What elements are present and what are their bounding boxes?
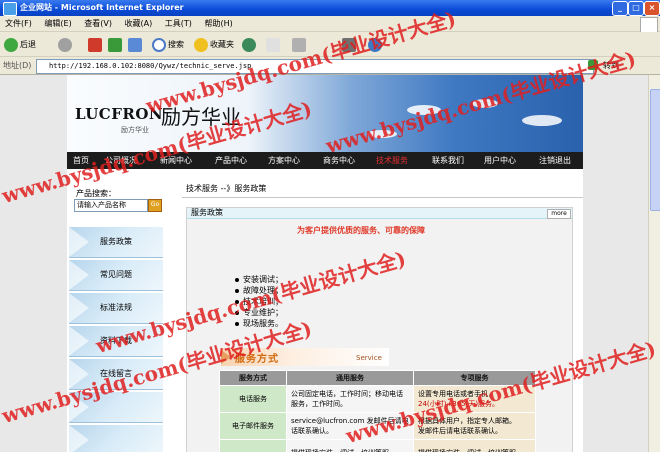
nav-logout[interactable]: 注销退出: [539, 152, 571, 169]
table-row: 提供现场安装、调试、培训等服 提供现场安装、调试、培训等服: [219, 439, 536, 452]
product-search-label: 产品搜索：: [76, 189, 116, 198]
nav-tech-service[interactable]: 技术服务: [376, 152, 408, 169]
favorites-button[interactable]: 收藏夹: [194, 36, 234, 53]
back-button[interactable]: 后退: [4, 36, 36, 53]
maximize-button[interactable]: □: [628, 1, 644, 16]
nav-user-center[interactable]: 用户中心: [484, 152, 516, 169]
search-icon: [152, 37, 166, 52]
refresh-button[interactable]: [108, 36, 124, 53]
window-title: 企业网站 - Microsoft Internet Explorer: [20, 3, 184, 12]
vertical-scrollbar[interactable]: [648, 75, 660, 452]
product-search-input[interactable]: 请输入产品名称: [74, 199, 148, 212]
table-header: 服务方式: [219, 370, 287, 386]
sidebar-arrow-icon: [69, 425, 89, 452]
table-cell-method: [219, 439, 287, 452]
nav-solutions[interactable]: 方案中心: [268, 152, 300, 169]
menu-bar: 文件(F) 编辑(E) 查看(V) 收藏(A) 工具(T) 帮助(H): [0, 16, 660, 33]
nav-products[interactable]: 产品中心: [215, 152, 247, 169]
panel-header: 服务政策 more: [187, 208, 572, 219]
address-label: 地址(D): [3, 61, 32, 70]
sidebar-arrow-icon: [69, 260, 89, 290]
scrollbar-thumb[interactable]: [650, 89, 660, 211]
ie-app-icon: [3, 2, 17, 16]
sidebar-arrow-icon: [69, 227, 89, 257]
more-link[interactable]: more: [547, 209, 571, 219]
table-cell-method: 电子邮件服务: [219, 412, 287, 440]
menu-favorites[interactable]: 收藏(A): [120, 16, 158, 32]
close-button[interactable]: ×: [644, 1, 660, 16]
service-slogan: 为客户提供优质的服务、可靠的保障: [297, 226, 425, 235]
breadcrumb-divider: [182, 197, 583, 198]
menu-tools[interactable]: 工具(T): [160, 16, 197, 32]
media-icon: [242, 37, 256, 52]
search-go-button[interactable]: Go: [148, 199, 162, 212]
table-cell-method: 电话服务: [219, 385, 287, 413]
menu-file[interactable]: 文件(F): [0, 16, 37, 32]
breadcrumb: 技术服务 --》服务政策: [186, 184, 267, 193]
logo-subtitle: 励方华业: [121, 126, 149, 134]
forward-arrow-icon: [58, 37, 72, 52]
refresh-icon: [108, 37, 122, 52]
stop-icon: [88, 37, 102, 52]
nav-contact[interactable]: 联系我们: [432, 152, 464, 169]
sidebar-arrow-icon: [69, 293, 89, 323]
back-arrow-icon: [4, 37, 18, 52]
stop-button[interactable]: [88, 36, 104, 53]
window-titlebar: 企业网站 - Microsoft Internet Explorer _ □ ×: [0, 0, 660, 16]
star-icon: [194, 37, 208, 52]
menu-view[interactable]: 查看(V): [79, 16, 117, 32]
minimize-button[interactable]: _: [612, 1, 628, 16]
banner-cloud: [522, 115, 562, 126]
sidebar-item-service-policy[interactable]: 服务政策: [69, 226, 163, 258]
media-button[interactable]: [242, 36, 258, 53]
panel-title: 服务政策: [191, 208, 223, 217]
home-button[interactable]: [128, 36, 144, 53]
menu-help[interactable]: 帮助(H): [199, 16, 237, 32]
table-header: 通用服务: [286, 370, 414, 386]
service-method-english: Service: [356, 354, 382, 362]
sidebar-item-faq[interactable]: 常见问题: [69, 259, 163, 291]
mail-icon: [266, 37, 280, 52]
sidebar-item-empty: [69, 424, 163, 452]
home-icon: [128, 37, 142, 52]
forward-button[interactable]: [58, 36, 74, 53]
table-cell-special: 提供现场安装、调试、培训等服: [413, 439, 536, 452]
windows-logo-icon: [640, 17, 658, 33]
sidebar-arrow-icon: [69, 326, 89, 356]
search-button[interactable]: 搜索: [152, 36, 184, 53]
menu-edit[interactable]: 编辑(E): [39, 16, 76, 32]
